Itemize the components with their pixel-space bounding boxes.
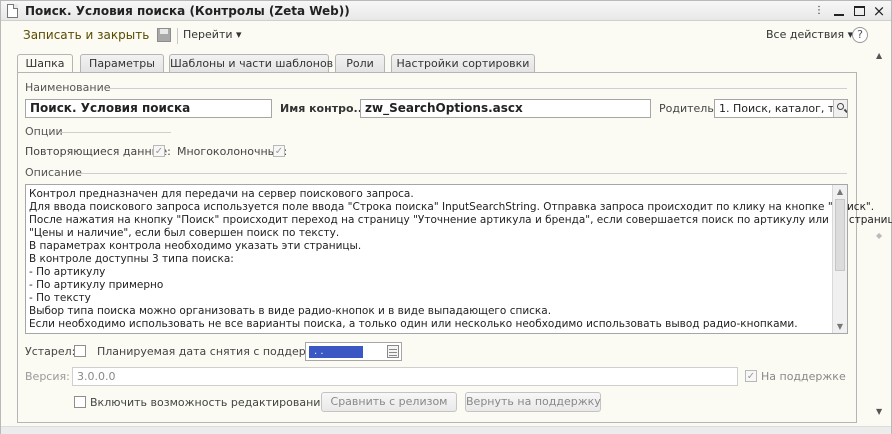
control-name-input[interactable]: zw_SearchOptions.ascx — [360, 99, 651, 118]
parent-field[interactable]: 1. Поиск, каталог, тов — [714, 99, 848, 118]
window-scroll-up-icon[interactable]: ▲ — [876, 51, 882, 60]
goto-menu-button[interactable]: Перейти ▾ — [183, 28, 242, 41]
description-scrollbar[interactable]: ▲ ▼ — [832, 185, 847, 333]
supported-label: На поддержке — [761, 370, 846, 383]
parent-value: 1. Поиск, каталог, тов — [719, 102, 848, 115]
scroll-thumb[interactable] — [835, 199, 845, 271]
disk-icon[interactable] — [157, 28, 171, 42]
control-name-label: Имя контро... — [280, 102, 367, 115]
supported-checkbox: ✓ — [745, 370, 757, 382]
magnifier-icon — [837, 103, 844, 110]
description-line: После нажатия на кнопку "Поиск" происход… — [29, 214, 892, 226]
window-scroll-marker-icon: ◆ — [876, 231, 883, 240]
toolbar-divider — [177, 28, 178, 44]
section-divider — [79, 173, 847, 174]
parent-label: Родитель: — [659, 102, 718, 115]
tab-parameters[interactable]: Параметры — [80, 54, 164, 72]
description-line: - По артикулу примерно — [29, 279, 164, 291]
description-line: В контроле доступны 3 типа поиска: — [29, 253, 234, 265]
calendar-icon[interactable] — [387, 345, 399, 358]
multicolumn-checkbox: ✓ — [273, 145, 285, 157]
obsolete-label: Устарел: — [25, 345, 76, 358]
enable-edit-label: Включить возможность редактирования — [90, 396, 328, 409]
window-title: Поиск. Условия поиска (Контролы (Zeta We… — [25, 4, 350, 18]
scroll-up-icon[interactable]: ▲ — [833, 185, 847, 198]
tab-header[interactable]: Шапка — [17, 54, 73, 73]
section-options-title: Опции — [25, 125, 63, 138]
enable-edit-checkbox[interactable] — [74, 396, 86, 408]
planned-date-value: . . — [309, 346, 363, 358]
description-text: Контрол предназначен для передачи на сер… — [29, 188, 892, 331]
close-button[interactable]: × — [871, 3, 887, 19]
maximize-button[interactable] — [851, 3, 867, 19]
tab-templates[interactable]: Шаблоны и части шаблонов — [169, 54, 333, 72]
compare-with-release-button[interactable]: Сравнить с релизом — [321, 392, 457, 412]
save-and-close-button[interactable]: Записать и закрыть — [23, 28, 149, 42]
all-actions-button[interactable]: Все действия ▾ — [766, 28, 853, 41]
more-options-icon[interactable]: ⋮ — [811, 3, 827, 19]
description-line: Контрол предназначен для передачи на сер… — [29, 188, 414, 200]
description-line: - По тексту — [29, 292, 91, 304]
name-input[interactable]: Поиск. Условия поиска — [25, 99, 272, 118]
section-name-title: Наименование — [25, 81, 111, 94]
command-bar: Записать и закрыть Перейти ▾ Все действи… — [1, 22, 891, 50]
minimize-icon — [834, 13, 844, 16]
maximize-icon — [853, 5, 865, 16]
description-line: - По артикулу — [29, 266, 106, 278]
tab-sort-settings[interactable]: Настройки сортировки — [391, 54, 535, 72]
repeating-data-label: Повторяющиеся данные: — [25, 145, 171, 158]
planned-date-label: Планируемая дата снятия с поддержки: — [97, 345, 334, 358]
help-icon[interactable]: ? — [852, 27, 868, 43]
planned-date-field[interactable]: . . — [305, 342, 402, 361]
tab-roles[interactable]: Роли — [335, 54, 385, 72]
description-line: "Цены и наличие", если был совершен поис… — [29, 227, 340, 239]
section-description-title: Описание — [25, 166, 82, 179]
scroll-down-icon[interactable]: ▼ — [833, 320, 847, 333]
return-to-support-button[interactable]: Вернуть на поддержку — [465, 392, 601, 412]
repeating-data-checkbox: ✓ — [153, 145, 165, 157]
obsolete-checkbox[interactable] — [74, 345, 86, 357]
window-scrollbar[interactable]: ▲ ◆ ▼ — [873, 51, 889, 423]
multicolumn-label: Многоколоночный: — [177, 145, 288, 158]
title-bar: Поиск. Условия поиска (Контролы (Zeta We… — [1, 1, 891, 21]
description-textarea[interactable]: Контрол предназначен для передачи на сер… — [25, 184, 892, 334]
parent-select-button[interactable] — [833, 100, 847, 117]
description-line: В параметрах контрола необходимо указать… — [29, 240, 362, 252]
version-label: Версия: — [25, 370, 70, 383]
description-line: Для ввода поискового запроса используетс… — [29, 201, 875, 213]
description-line: Выбор типа поиска можно организовать в в… — [29, 305, 552, 317]
bottom-strip — [1, 426, 891, 434]
minimize-button[interactable] — [831, 3, 847, 19]
window-scroll-down-icon[interactable]: ▼ — [876, 407, 882, 416]
section-divider — [109, 88, 847, 89]
version-input: 3.0.0.0 — [72, 367, 738, 386]
section-divider — [61, 132, 171, 133]
description-line: Если необходимо использовать не все вари… — [29, 318, 798, 330]
document-icon — [7, 4, 18, 18]
form-window: Поиск. Условия поиска (Контролы (Zeta We… — [0, 0, 892, 434]
